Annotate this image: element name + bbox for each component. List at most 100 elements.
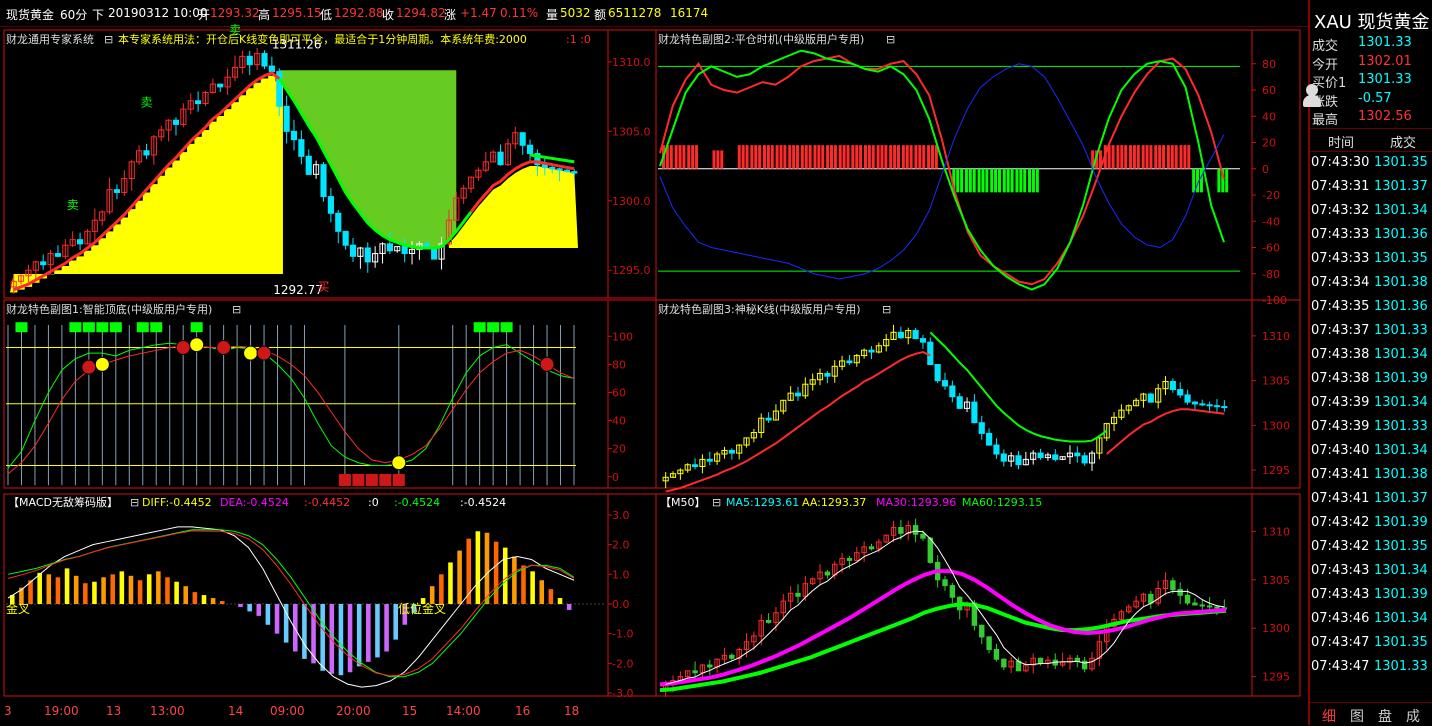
signal-bar bbox=[968, 168, 972, 193]
candle-body bbox=[549, 166, 556, 170]
macd-histogram-bar bbox=[521, 565, 526, 604]
signal-bar bbox=[674, 145, 678, 169]
tick-row: 07:43:42 1301.35 bbox=[1310, 535, 1432, 559]
tick-time: 07:43:46 bbox=[1311, 611, 1370, 626]
macd-histogram-bar bbox=[46, 574, 52, 604]
candle-body bbox=[571, 171, 578, 174]
signal-bar bbox=[1116, 145, 1120, 169]
macd-histogram-bar bbox=[512, 556, 517, 604]
signal-bar bbox=[851, 145, 855, 169]
sidebar-tab[interactable]: 成 bbox=[1406, 706, 1420, 726]
signal-bar bbox=[1174, 145, 1178, 169]
tick-row: 07:43:39 1301.34 bbox=[1310, 391, 1432, 415]
signal-bar bbox=[838, 145, 842, 169]
candle-body bbox=[143, 150, 150, 156]
macd-histogram-bar bbox=[457, 550, 462, 604]
signal-bar bbox=[905, 145, 909, 169]
tick-row: 07:43:32 1301.34 bbox=[1310, 199, 1432, 223]
signal-bar bbox=[750, 145, 754, 169]
trading-terminal: 现货黄金 60分 下 20190312 10:00 开 1293.32 高 12… bbox=[0, 0, 1432, 725]
chart-area[interactable]: 1310.0 1305.0 1300.0 1295.0 财龙通用专家系统 ⊟ 本专家系统用法… bbox=[0, 0, 1308, 700]
tick-time: 07:43:34 bbox=[1311, 275, 1370, 290]
tick-price: 1301.39 bbox=[1374, 371, 1428, 386]
candle-body bbox=[927, 341, 934, 366]
y-axis-tick-label: 20 bbox=[1262, 137, 1276, 150]
avatar-body-shape bbox=[1303, 95, 1321, 107]
tick-price: 1301.39 bbox=[1374, 587, 1428, 602]
macd-histogram-bar bbox=[439, 574, 444, 604]
macd-histogram-bar bbox=[320, 604, 325, 671]
tick-time: 07:43:42 bbox=[1311, 515, 1370, 530]
y-axis-tick-label: 1305.0 bbox=[612, 125, 651, 138]
macd-histogram-bar bbox=[128, 575, 134, 604]
high-price-label: 1311.26 bbox=[272, 37, 322, 51]
quote-label: 成交 bbox=[1312, 39, 1339, 54]
signal-bar bbox=[687, 145, 691, 169]
bottom-signal-bar bbox=[365, 473, 378, 486]
signal-bar bbox=[716, 150, 720, 169]
macd-histogram-bar bbox=[83, 583, 88, 604]
tick-price: 1301.34 bbox=[1374, 203, 1428, 218]
macd-histogram-bar bbox=[493, 541, 499, 604]
signal-bar bbox=[1154, 145, 1158, 169]
y-axis-tick-label: 100 bbox=[612, 330, 633, 343]
sidebar-tab[interactable]: 图 bbox=[1350, 706, 1364, 726]
candle-body bbox=[1206, 605, 1213, 608]
signal-bar bbox=[1141, 145, 1145, 169]
tick-price: 1301.35 bbox=[1374, 635, 1428, 650]
signal-bar bbox=[1019, 168, 1023, 193]
candle-body bbox=[1037, 657, 1044, 664]
quote-row: 今开 1302.01 bbox=[1310, 53, 1432, 73]
candle-body bbox=[692, 670, 698, 674]
signal-bar bbox=[914, 145, 918, 169]
signal-bar bbox=[792, 145, 796, 169]
tick-time: 07:43:39 bbox=[1311, 419, 1370, 434]
tick-time: 07:43:38 bbox=[1311, 371, 1370, 386]
top-signal-bar bbox=[15, 322, 28, 333]
quote-row: 买价1 1301.33 bbox=[1310, 71, 1432, 91]
collapse-icon: ⊟ bbox=[882, 303, 891, 316]
tick-price: 1301.37 bbox=[1374, 491, 1428, 506]
signal-bar bbox=[977, 168, 981, 193]
sidebar-tab[interactable]: 盘 bbox=[1378, 706, 1392, 726]
signal-bar bbox=[1199, 168, 1203, 193]
tick-price: 1301.38 bbox=[1374, 467, 1428, 482]
y-axis-tick-label: -2.0 bbox=[612, 657, 633, 670]
macd-histogram-bar bbox=[55, 577, 61, 604]
signal-bar bbox=[1028, 168, 1032, 193]
candle-body bbox=[401, 246, 408, 255]
low-golden-cross-label: 低位金叉 bbox=[398, 601, 446, 616]
macd-histogram-bar bbox=[183, 586, 189, 604]
candle-body bbox=[1001, 658, 1007, 668]
signal-bar bbox=[897, 145, 900, 169]
sidebar-tab[interactable]: 细 bbox=[1322, 706, 1336, 726]
candle-body bbox=[993, 649, 1000, 660]
buy-signal: 买 bbox=[317, 280, 329, 294]
tick-row: 07:43:47 1301.35 bbox=[1310, 631, 1432, 655]
signal-bar bbox=[1162, 145, 1166, 169]
signal-bar bbox=[1183, 145, 1187, 169]
y-axis-tick-label: -1.0 bbox=[612, 628, 633, 641]
tick-time: 07:43:41 bbox=[1311, 491, 1370, 506]
signal-bar bbox=[1145, 145, 1149, 169]
user-avatar-icon[interactable] bbox=[1302, 84, 1322, 108]
y-axis-tick-label: 1310 bbox=[1262, 525, 1290, 538]
tick-row: 07:43:41 1301.37 bbox=[1310, 487, 1432, 511]
signal-bar bbox=[972, 168, 976, 193]
candle-body bbox=[971, 401, 978, 424]
top-signal-bar bbox=[96, 322, 109, 333]
top-signal-bar bbox=[82, 322, 95, 333]
tick-price: 1301.39 bbox=[1374, 515, 1428, 530]
candle-body bbox=[1074, 657, 1081, 662]
tick-time: 07:43:47 bbox=[1311, 659, 1370, 674]
y-axis-tick-label: 80 bbox=[1262, 58, 1276, 71]
candle-body bbox=[728, 449, 735, 454]
candle-body bbox=[942, 579, 948, 587]
quote-sidebar: XAU 现货黄金 成交 1301.33 今开 1302.01 买价1 1301.33 涨跌 -… bbox=[1308, 0, 1432, 725]
candle-body bbox=[497, 151, 504, 166]
sell-signal: 卖 bbox=[229, 23, 241, 37]
signal-bar bbox=[737, 145, 741, 169]
candle-body bbox=[956, 396, 963, 409]
signal-bar bbox=[678, 145, 682, 169]
top-signal-bar bbox=[190, 322, 203, 333]
